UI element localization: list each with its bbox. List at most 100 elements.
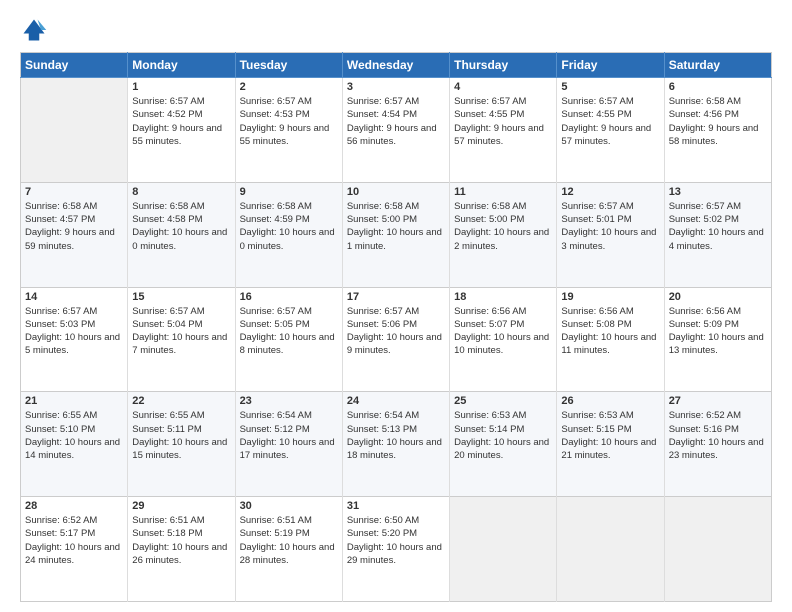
day-number: 12 bbox=[561, 186, 659, 198]
day-number: 3 bbox=[347, 81, 445, 93]
day-number: 5 bbox=[561, 81, 659, 93]
sunrise-text: Sunrise: 6:55 AM bbox=[25, 410, 97, 421]
daylight-text: Daylight: 9 hours and 58 minutes. bbox=[669, 123, 759, 147]
calendar-cell: 22 Sunrise: 6:55 AM Sunset: 5:11 PM Dayl… bbox=[128, 392, 235, 497]
sunset-text: Sunset: 5:07 PM bbox=[454, 319, 524, 330]
day-info: Sunrise: 6:57 AM Sunset: 4:54 PM Dayligh… bbox=[347, 95, 445, 148]
sunrise-text: Sunrise: 6:53 AM bbox=[454, 410, 526, 421]
sunset-text: Sunset: 5:00 PM bbox=[454, 214, 524, 225]
daylight-text: Daylight: 10 hours and 18 minutes. bbox=[347, 437, 442, 461]
day-number: 2 bbox=[240, 81, 338, 93]
sunrise-text: Sunrise: 6:58 AM bbox=[669, 96, 741, 107]
sunset-text: Sunset: 5:15 PM bbox=[561, 424, 631, 435]
day-number: 17 bbox=[347, 291, 445, 303]
daylight-text: Daylight: 9 hours and 56 minutes. bbox=[347, 123, 437, 147]
calendar-cell: 24 Sunrise: 6:54 AM Sunset: 5:13 PM Dayl… bbox=[342, 392, 449, 497]
calendar-cell bbox=[450, 497, 557, 602]
day-info: Sunrise: 6:51 AM Sunset: 5:18 PM Dayligh… bbox=[132, 514, 230, 567]
sunset-text: Sunset: 5:17 PM bbox=[25, 528, 95, 539]
daylight-text: Daylight: 10 hours and 15 minutes. bbox=[132, 437, 227, 461]
sunset-text: Sunset: 5:01 PM bbox=[561, 214, 631, 225]
day-info: Sunrise: 6:51 AM Sunset: 5:19 PM Dayligh… bbox=[240, 514, 338, 567]
column-header-sunday: Sunday bbox=[21, 53, 128, 78]
daylight-text: Daylight: 10 hours and 29 minutes. bbox=[347, 542, 442, 566]
day-info: Sunrise: 6:57 AM Sunset: 4:55 PM Dayligh… bbox=[561, 95, 659, 148]
day-number: 16 bbox=[240, 291, 338, 303]
day-number: 27 bbox=[669, 395, 767, 407]
daylight-text: Daylight: 10 hours and 1 minute. bbox=[347, 227, 442, 251]
column-header-saturday: Saturday bbox=[664, 53, 771, 78]
day-info: Sunrise: 6:53 AM Sunset: 5:15 PM Dayligh… bbox=[561, 409, 659, 462]
day-number: 25 bbox=[454, 395, 552, 407]
day-number: 6 bbox=[669, 81, 767, 93]
sunset-text: Sunset: 5:09 PM bbox=[669, 319, 739, 330]
day-info: Sunrise: 6:56 AM Sunset: 5:07 PM Dayligh… bbox=[454, 305, 552, 358]
day-number: 7 bbox=[25, 186, 123, 198]
sunrise-text: Sunrise: 6:57 AM bbox=[454, 96, 526, 107]
daylight-text: Daylight: 10 hours and 20 minutes. bbox=[454, 437, 549, 461]
sunset-text: Sunset: 5:10 PM bbox=[25, 424, 95, 435]
daylight-text: Daylight: 10 hours and 17 minutes. bbox=[240, 437, 335, 461]
sunset-text: Sunset: 4:56 PM bbox=[669, 109, 739, 120]
day-info: Sunrise: 6:57 AM Sunset: 5:06 PM Dayligh… bbox=[347, 305, 445, 358]
day-info: Sunrise: 6:56 AM Sunset: 5:08 PM Dayligh… bbox=[561, 305, 659, 358]
day-info: Sunrise: 6:58 AM Sunset: 4:59 PM Dayligh… bbox=[240, 200, 338, 253]
header-row: SundayMondayTuesdayWednesdayThursdayFrid… bbox=[21, 53, 772, 78]
day-info: Sunrise: 6:56 AM Sunset: 5:09 PM Dayligh… bbox=[669, 305, 767, 358]
calendar-week-1: 7 Sunrise: 6:58 AM Sunset: 4:57 PM Dayli… bbox=[21, 182, 772, 287]
sunrise-text: Sunrise: 6:57 AM bbox=[240, 306, 312, 317]
calendar-cell bbox=[21, 78, 128, 183]
sunrise-text: Sunrise: 6:50 AM bbox=[347, 515, 419, 526]
sunrise-text: Sunrise: 6:57 AM bbox=[25, 306, 97, 317]
sunrise-text: Sunrise: 6:53 AM bbox=[561, 410, 633, 421]
sunset-text: Sunset: 4:55 PM bbox=[454, 109, 524, 120]
calendar-cell: 20 Sunrise: 6:56 AM Sunset: 5:09 PM Dayl… bbox=[664, 287, 771, 392]
calendar-body: 1 Sunrise: 6:57 AM Sunset: 4:52 PM Dayli… bbox=[21, 78, 772, 602]
day-info: Sunrise: 6:58 AM Sunset: 4:58 PM Dayligh… bbox=[132, 200, 230, 253]
calendar-cell: 4 Sunrise: 6:57 AM Sunset: 4:55 PM Dayli… bbox=[450, 78, 557, 183]
daylight-text: Daylight: 10 hours and 3 minutes. bbox=[561, 227, 656, 251]
sunset-text: Sunset: 5:11 PM bbox=[132, 424, 202, 435]
sunrise-text: Sunrise: 6:51 AM bbox=[240, 515, 312, 526]
sunrise-text: Sunrise: 6:55 AM bbox=[132, 410, 204, 421]
sunrise-text: Sunrise: 6:56 AM bbox=[454, 306, 526, 317]
daylight-text: Daylight: 10 hours and 9 minutes. bbox=[347, 332, 442, 356]
day-info: Sunrise: 6:58 AM Sunset: 5:00 PM Dayligh… bbox=[347, 200, 445, 253]
calendar-cell: 13 Sunrise: 6:57 AM Sunset: 5:02 PM Dayl… bbox=[664, 182, 771, 287]
day-info: Sunrise: 6:54 AM Sunset: 5:13 PM Dayligh… bbox=[347, 409, 445, 462]
daylight-text: Daylight: 9 hours and 57 minutes. bbox=[454, 123, 544, 147]
column-header-wednesday: Wednesday bbox=[342, 53, 449, 78]
daylight-text: Daylight: 10 hours and 14 minutes. bbox=[25, 437, 120, 461]
sunset-text: Sunset: 4:58 PM bbox=[132, 214, 202, 225]
sunset-text: Sunset: 5:13 PM bbox=[347, 424, 417, 435]
calendar-cell: 19 Sunrise: 6:56 AM Sunset: 5:08 PM Dayl… bbox=[557, 287, 664, 392]
sunrise-text: Sunrise: 6:51 AM bbox=[132, 515, 204, 526]
day-info: Sunrise: 6:58 AM Sunset: 4:56 PM Dayligh… bbox=[669, 95, 767, 148]
daylight-text: Daylight: 9 hours and 57 minutes. bbox=[561, 123, 651, 147]
sunset-text: Sunset: 4:53 PM bbox=[240, 109, 310, 120]
sunset-text: Sunset: 5:03 PM bbox=[25, 319, 95, 330]
daylight-text: Daylight: 10 hours and 7 minutes. bbox=[132, 332, 227, 356]
page: SundayMondayTuesdayWednesdayThursdayFrid… bbox=[0, 0, 792, 612]
daylight-text: Daylight: 9 hours and 59 minutes. bbox=[25, 227, 115, 251]
sunrise-text: Sunrise: 6:52 AM bbox=[25, 515, 97, 526]
day-number: 19 bbox=[561, 291, 659, 303]
daylight-text: Daylight: 10 hours and 4 minutes. bbox=[669, 227, 764, 251]
daylight-text: Daylight: 9 hours and 55 minutes. bbox=[240, 123, 330, 147]
calendar-cell: 23 Sunrise: 6:54 AM Sunset: 5:12 PM Dayl… bbox=[235, 392, 342, 497]
sunrise-text: Sunrise: 6:54 AM bbox=[240, 410, 312, 421]
daylight-text: Daylight: 10 hours and 13 minutes. bbox=[669, 332, 764, 356]
calendar-cell: 7 Sunrise: 6:58 AM Sunset: 4:57 PM Dayli… bbox=[21, 182, 128, 287]
calendar-cell: 12 Sunrise: 6:57 AM Sunset: 5:01 PM Dayl… bbox=[557, 182, 664, 287]
sunset-text: Sunset: 4:57 PM bbox=[25, 214, 95, 225]
daylight-text: Daylight: 10 hours and 5 minutes. bbox=[25, 332, 120, 356]
sunset-text: Sunset: 5:05 PM bbox=[240, 319, 310, 330]
sunset-text: Sunset: 5:04 PM bbox=[132, 319, 202, 330]
sunrise-text: Sunrise: 6:57 AM bbox=[347, 306, 419, 317]
sunrise-text: Sunrise: 6:57 AM bbox=[561, 96, 633, 107]
day-info: Sunrise: 6:58 AM Sunset: 4:57 PM Dayligh… bbox=[25, 200, 123, 253]
day-number: 18 bbox=[454, 291, 552, 303]
calendar-cell: 25 Sunrise: 6:53 AM Sunset: 5:14 PM Dayl… bbox=[450, 392, 557, 497]
sunset-text: Sunset: 5:20 PM bbox=[347, 528, 417, 539]
calendar-cell: 21 Sunrise: 6:55 AM Sunset: 5:10 PM Dayl… bbox=[21, 392, 128, 497]
